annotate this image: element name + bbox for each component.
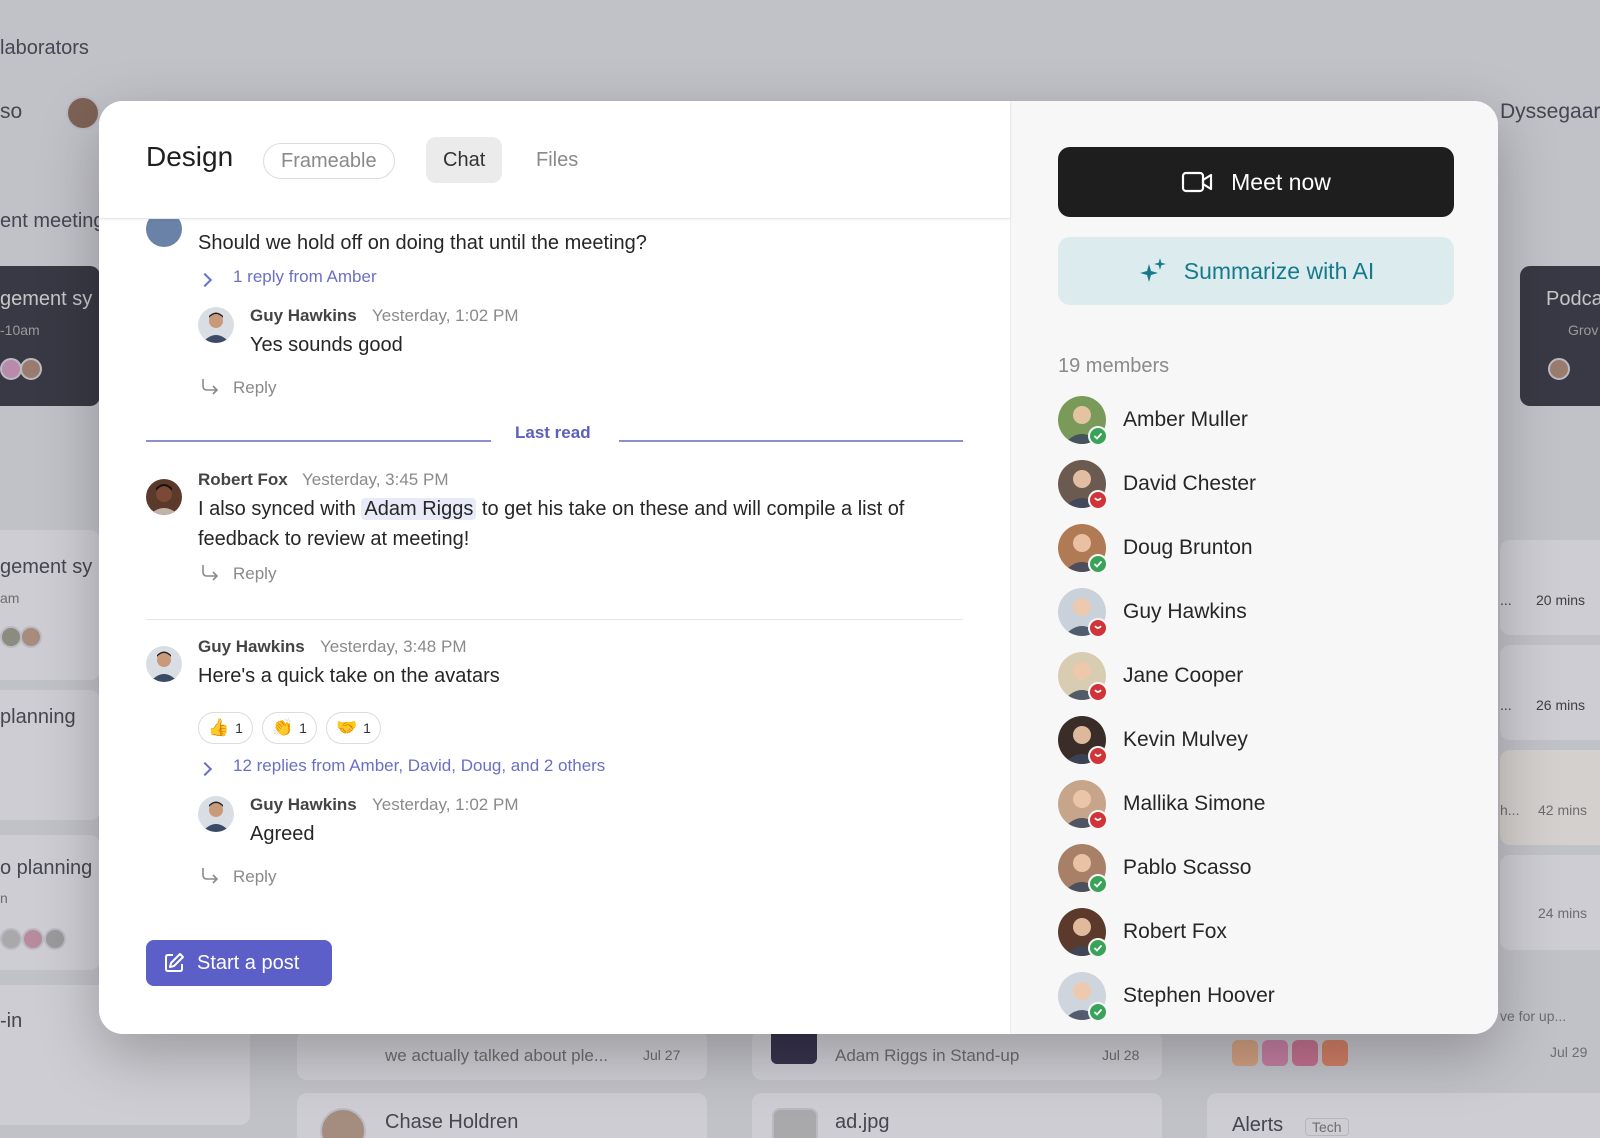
tab-frameable[interactable]: Frameable xyxy=(263,143,395,179)
last-read-divider xyxy=(619,440,963,442)
member-name: Pablo Scasso xyxy=(1123,856,1252,879)
member-name: David Chester xyxy=(1123,472,1257,495)
chat-pane: Should we hold off on doing that until t… xyxy=(99,101,1010,1034)
start-post-label: Start a post xyxy=(197,951,300,974)
channel-modal: Should we hold off on doing that until t… xyxy=(99,101,1498,1034)
thread-replies-link[interactable]: 12 replies from Amber, David, Doug, and … xyxy=(233,756,605,776)
clap-icon: 👏 xyxy=(272,718,294,737)
user-mention[interactable]: Adam Riggs xyxy=(361,498,477,520)
thumbs-up-icon: 👍 xyxy=(208,718,230,737)
reply-button[interactable]: Reply xyxy=(233,564,276,584)
member-item[interactable]: David Chester xyxy=(1058,460,1418,512)
member-name: Jane Cooper xyxy=(1123,664,1244,687)
handshake-icon: 🤝 xyxy=(336,718,358,737)
message-feed[interactable]: Should we hold off on doing that until t… xyxy=(99,101,1010,1034)
status-available-icon xyxy=(1088,1002,1108,1022)
message-text: I also synced with Adam Riggs to get his… xyxy=(198,498,905,550)
member-item[interactable]: Mallika Simone xyxy=(1058,780,1418,832)
member-name: Doug Brunton xyxy=(1123,536,1253,559)
message-text: Agreed xyxy=(250,823,315,845)
reaction-thumbs-up[interactable]: 👍 1 xyxy=(198,712,253,744)
last-read-divider xyxy=(146,440,491,442)
reaction-handshake[interactable]: 🤝 1 xyxy=(326,712,381,744)
avatar xyxy=(146,479,182,515)
summarize-ai-button[interactable]: Summarize with AI xyxy=(1058,237,1454,305)
tab-files[interactable]: Files xyxy=(519,137,595,183)
member-name: Robert Fox xyxy=(1123,920,1227,943)
member-item[interactable]: Guy Hawkins xyxy=(1058,588,1418,640)
channel-title: Design xyxy=(146,141,234,172)
members-count: 19 members xyxy=(1058,355,1170,377)
reply-arrow-icon xyxy=(202,379,219,395)
member-item[interactable]: Doug Brunton xyxy=(1058,524,1418,576)
avatar xyxy=(146,646,182,682)
avatar xyxy=(198,796,234,832)
thread-replies-link[interactable]: 1 reply from Amber xyxy=(233,267,377,287)
video-camera-icon xyxy=(1182,171,1213,193)
status-available-icon xyxy=(1088,554,1108,574)
message-text: Should we hold off on doing that until t… xyxy=(198,232,647,254)
status-available-icon xyxy=(1088,426,1108,446)
last-read-label: Last read xyxy=(515,423,591,442)
avatar xyxy=(198,307,234,343)
member-name: Stephen Hoover xyxy=(1123,984,1275,1007)
meet-now-label: Meet now xyxy=(1231,168,1331,195)
member-item[interactable]: Jane Cooper xyxy=(1058,652,1418,704)
status-busy-icon xyxy=(1088,810,1108,830)
status-available-icon xyxy=(1088,874,1108,894)
author-name[interactable]: Robert Fox xyxy=(198,470,288,490)
member-name: Mallika Simone xyxy=(1123,792,1266,815)
member-item[interactable]: Amber Muller xyxy=(1058,396,1418,448)
status-busy-icon xyxy=(1088,746,1108,766)
reaction-count: 1 xyxy=(299,720,307,736)
status-available-icon xyxy=(1088,938,1108,958)
sparkles-icon xyxy=(1139,258,1166,282)
member-item[interactable]: Robert Fox xyxy=(1058,908,1418,960)
member-name: Amber Muller xyxy=(1123,408,1248,431)
author-name[interactable]: Guy Hawkins xyxy=(250,306,357,326)
channel-sidebar: Meet now Summarize with AI 19 members Am… xyxy=(1010,101,1498,1034)
author-name[interactable]: Guy Hawkins xyxy=(198,637,305,657)
timestamp: Yesterday, 1:02 PM xyxy=(372,795,519,814)
meet-now-button[interactable]: Meet now xyxy=(1058,147,1454,217)
chevron-right-icon xyxy=(197,761,213,777)
start-post-button[interactable]: Start a post xyxy=(146,940,332,986)
timestamp: Yesterday, 1:02 PM xyxy=(372,306,519,325)
message-separator xyxy=(146,619,963,620)
member-name: Kevin Mulvey xyxy=(1123,728,1248,751)
reaction-clap[interactable]: 👏 1 xyxy=(262,712,317,744)
timestamp: Yesterday, 3:48 PM xyxy=(320,637,467,656)
reaction-count: 1 xyxy=(363,720,371,736)
reply-button[interactable]: Reply xyxy=(233,378,276,398)
status-busy-icon xyxy=(1088,618,1108,638)
timestamp: Yesterday, 3:45 PM xyxy=(302,470,449,489)
status-busy-icon xyxy=(1088,682,1108,702)
member-name: Guy Hawkins xyxy=(1123,600,1247,623)
member-item[interactable]: Stephen Hoover xyxy=(1058,972,1418,1024)
author-name[interactable]: Guy Hawkins xyxy=(250,795,357,815)
status-busy-icon xyxy=(1088,490,1108,510)
compose-icon xyxy=(165,953,184,972)
message-text: Yes sounds good xyxy=(250,334,403,356)
tab-chat[interactable]: Chat xyxy=(426,137,503,183)
message-text: Here's a quick take on the avatars xyxy=(198,665,500,687)
member-item[interactable]: Kevin Mulvey xyxy=(1058,716,1418,768)
reply-button[interactable]: Reply xyxy=(233,867,276,887)
reply-arrow-icon xyxy=(202,565,219,581)
member-item[interactable]: Pablo Scasso xyxy=(1058,844,1418,896)
reply-arrow-icon xyxy=(202,868,219,884)
chevron-right-icon xyxy=(197,272,213,288)
channel-header: Design Frameable Chat Files xyxy=(99,101,1010,219)
summarize-label: Summarize with AI xyxy=(1183,257,1375,284)
reaction-count: 1 xyxy=(235,720,243,736)
